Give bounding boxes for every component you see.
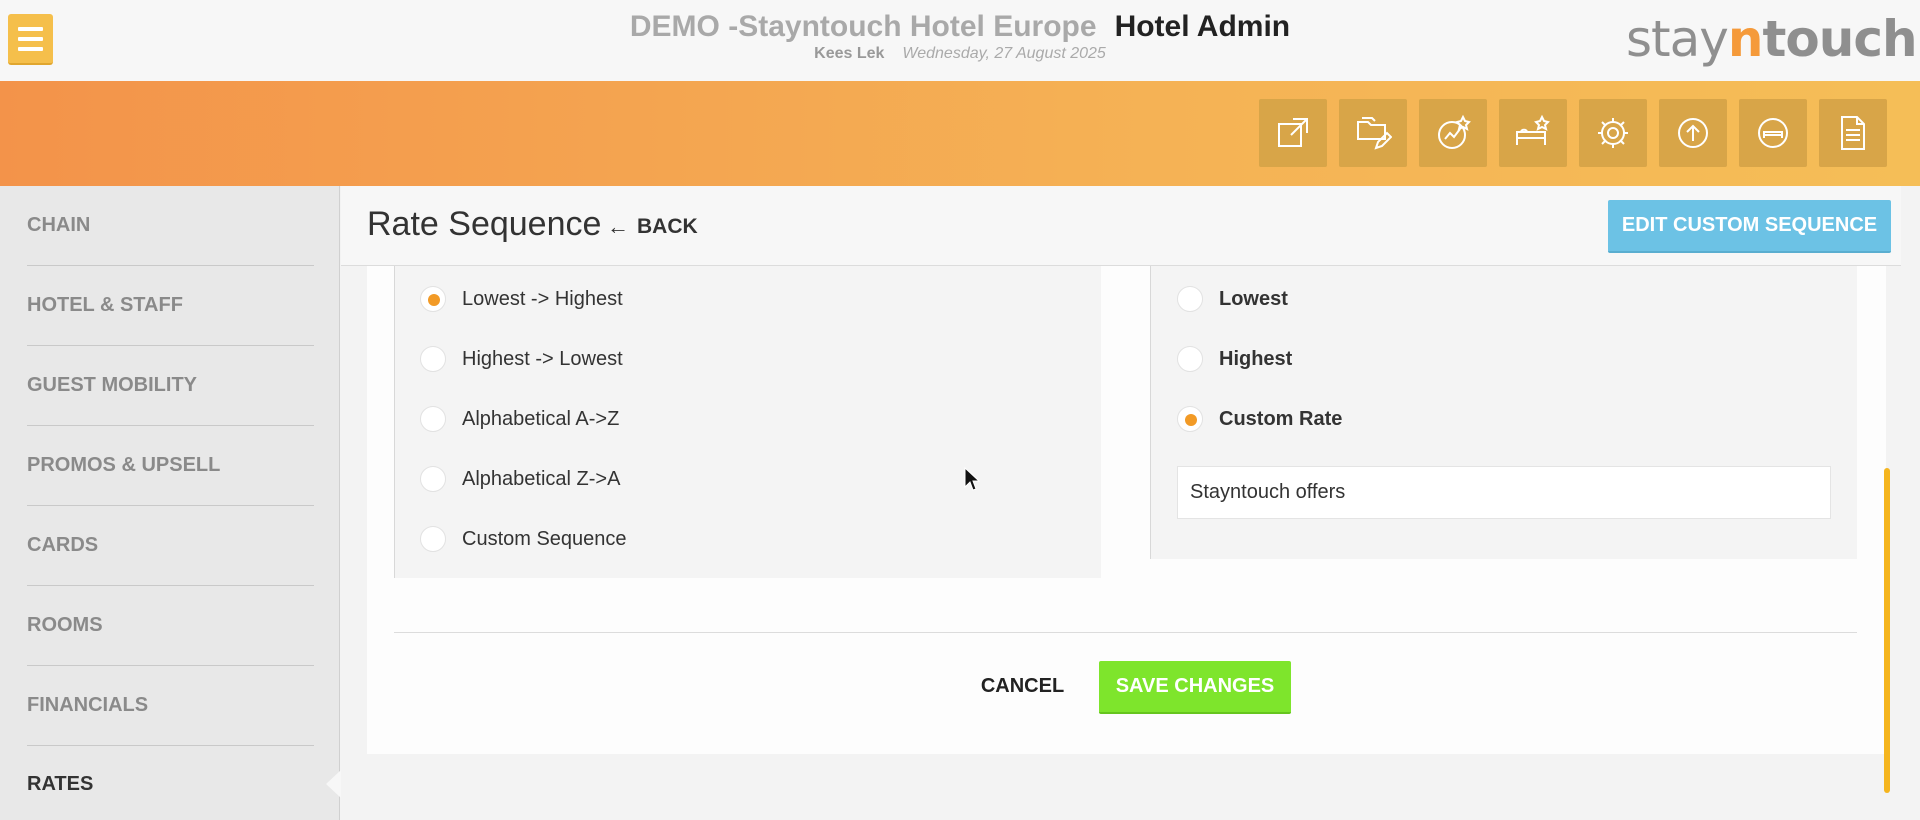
custom-rate-input[interactable] bbox=[1177, 466, 1831, 519]
sort-option-highest-lowest[interactable]: Highest -> Lowest bbox=[420, 346, 623, 372]
radio-button[interactable] bbox=[420, 286, 446, 312]
back-button[interactable]: ← BACK bbox=[607, 214, 698, 240]
radio-button[interactable] bbox=[1177, 346, 1203, 372]
scrollbar[interactable] bbox=[1884, 468, 1890, 793]
sidebar-item-guest-mobility[interactable]: GUEST MOBILITY bbox=[27, 346, 314, 426]
bed-star-icon[interactable] bbox=[1499, 99, 1567, 167]
sort-option-alpha-za[interactable]: Alphabetical Z->A bbox=[420, 466, 620, 492]
upload-circle-icon[interactable] bbox=[1659, 99, 1727, 167]
sidebar-item-financials[interactable]: FINANCIALS bbox=[27, 666, 314, 746]
gear-icon[interactable] bbox=[1579, 99, 1647, 167]
option-label: Custom Rate bbox=[1219, 407, 1343, 430]
folder-edit-icon[interactable] bbox=[1339, 99, 1407, 167]
rate-option-highest[interactable]: Highest bbox=[1177, 346, 1292, 372]
edit-custom-sequence-button[interactable]: EDIT CUSTOM SEQUENCE bbox=[1608, 200, 1891, 253]
sort-option-lowest-highest[interactable]: Lowest -> Highest bbox=[420, 286, 623, 312]
option-label: Lowest bbox=[1219, 287, 1288, 310]
radio-button[interactable] bbox=[1177, 286, 1203, 312]
option-label: Highest bbox=[1219, 347, 1293, 370]
sidebar-item-cards[interactable]: CARDS bbox=[27, 506, 314, 586]
option-label: Highest -> Lowest bbox=[462, 347, 623, 370]
admin-label: Hotel Admin bbox=[1114, 10, 1291, 43]
toolbar-icons bbox=[1259, 99, 1887, 167]
cancel-button[interactable]: CANCEL bbox=[970, 663, 1075, 709]
current-date: Wednesday, 27 August 2025 bbox=[902, 45, 1106, 62]
sidebar-item-hotel-staff[interactable]: HOTEL & STAFF bbox=[27, 266, 314, 346]
stayntouch-logo: stayntouch bbox=[1626, 10, 1918, 68]
page-title: Rate Sequence bbox=[367, 205, 602, 243]
bed-circle-icon[interactable] bbox=[1739, 99, 1807, 167]
radio-button[interactable] bbox=[420, 346, 446, 372]
back-arrow-icon: ← bbox=[607, 214, 629, 239]
save-changes-button[interactable]: SAVE CHANGES bbox=[1099, 661, 1291, 714]
chart-star-icon[interactable] bbox=[1419, 99, 1487, 167]
sort-option-alpha-az[interactable]: Alphabetical A->Z bbox=[420, 406, 619, 432]
sidebar-item-rates[interactable]: RATES bbox=[27, 744, 314, 820]
mouse-cursor-icon bbox=[964, 467, 980, 491]
rate-option-lowest[interactable]: Lowest bbox=[1177, 286, 1288, 312]
user-name: Kees Lek bbox=[814, 45, 885, 62]
option-label: Alphabetical A->Z bbox=[462, 407, 620, 430]
back-label: BACK bbox=[637, 215, 698, 238]
rate-option-custom-rate[interactable]: Custom Rate bbox=[1177, 406, 1342, 432]
hotel-name: DEMO -Stayntouch Hotel Europe bbox=[629, 10, 1097, 43]
external-link-icon[interactable] bbox=[1259, 99, 1327, 167]
sidebar-item-chain[interactable]: CHAIN bbox=[27, 186, 314, 266]
option-label: Lowest -> Highest bbox=[462, 287, 623, 310]
sort-option-custom-sequence[interactable]: Custom Sequence bbox=[420, 526, 627, 552]
divider bbox=[394, 632, 1857, 633]
radio-button[interactable] bbox=[420, 526, 446, 552]
active-pointer bbox=[326, 770, 341, 798]
option-label: Custom Sequence bbox=[462, 527, 627, 550]
sidebar-item-rooms[interactable]: ROOMS bbox=[27, 586, 314, 666]
option-label: Alphabetical Z->A bbox=[462, 467, 621, 490]
radio-button[interactable] bbox=[420, 466, 446, 492]
document-icon[interactable] bbox=[1819, 99, 1887, 167]
sidebar-item-promos-upsell[interactable]: PROMOS & UPSELL bbox=[27, 426, 314, 506]
radio-button[interactable] bbox=[420, 406, 446, 432]
radio-button[interactable] bbox=[1177, 406, 1203, 432]
